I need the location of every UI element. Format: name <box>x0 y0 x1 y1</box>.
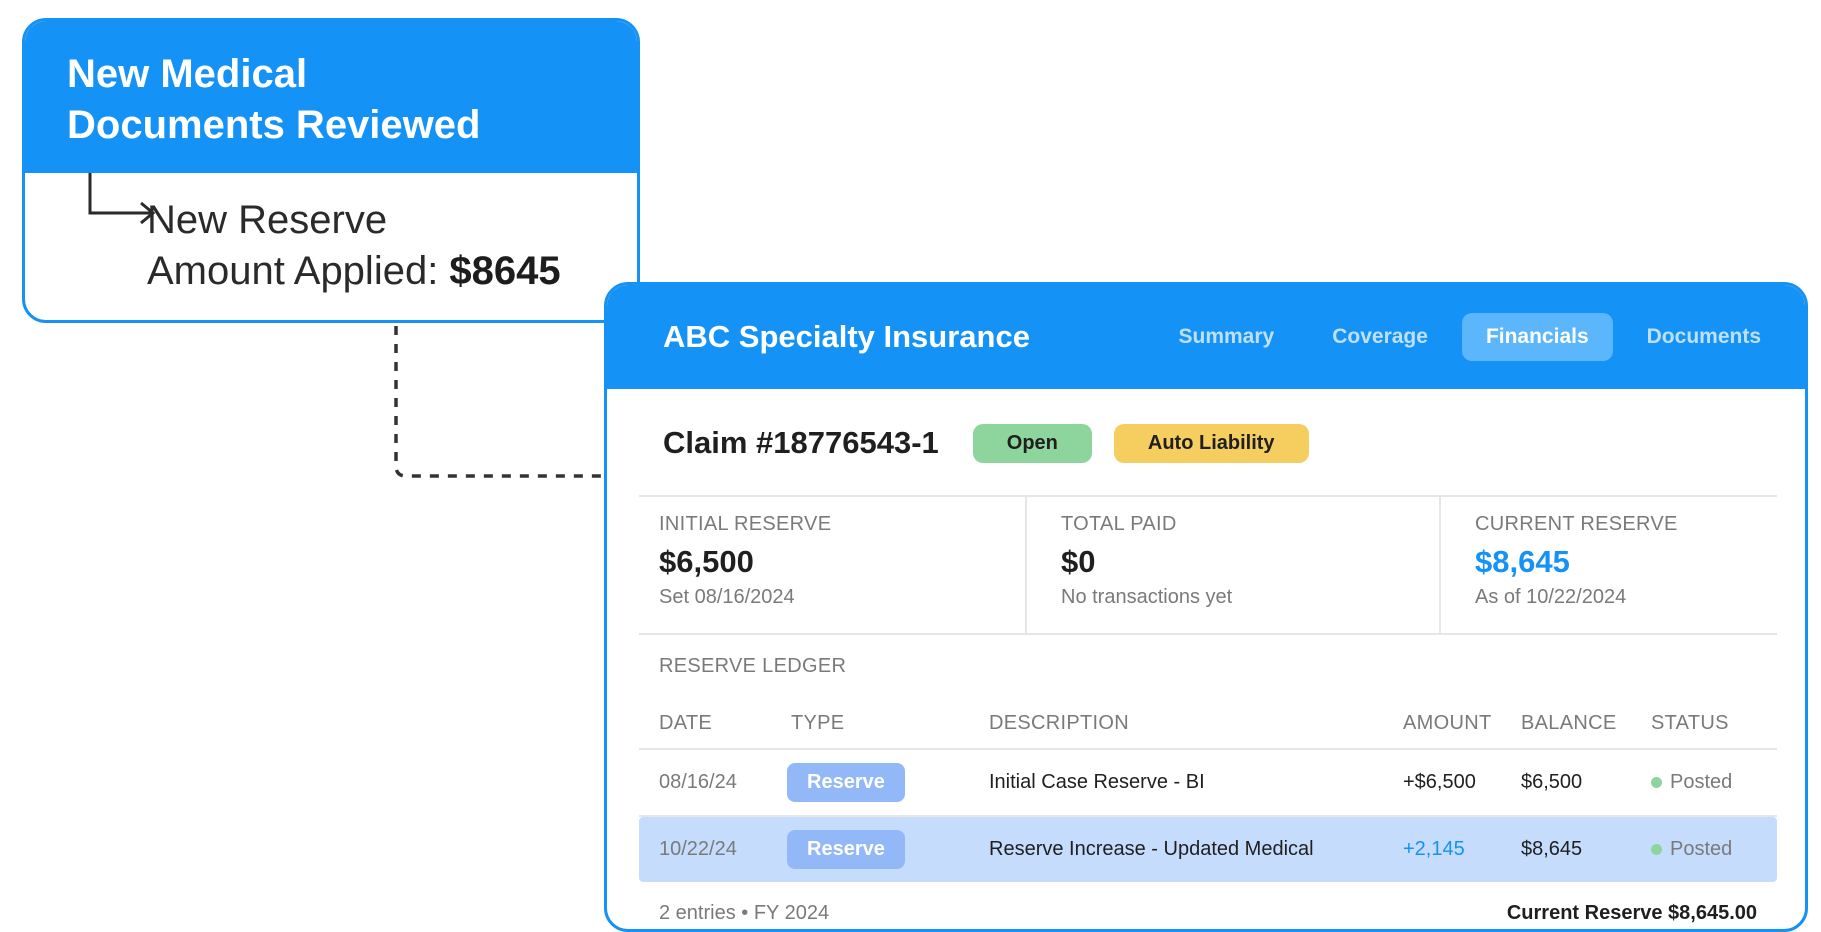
status-dot-icon <box>1651 844 1662 855</box>
notification-body-line1: New Reserve <box>147 198 388 242</box>
claim-header: Claim #18776543-1 Open Auto Liability <box>607 389 1805 469</box>
column-header-date[interactable]: DATE <box>639 712 791 735</box>
notification-message: New Reserve Amount Applied: $8645 <box>147 195 637 297</box>
entries-count: 2 entries • FY 2024 <box>659 902 830 924</box>
type-pill: Reserve <box>787 763 905 802</box>
table-header: DATE TYPE DESCRIPTION AMOUNT BALANCE STA… <box>639 698 1777 750</box>
cell-type: Reserve <box>787 830 989 869</box>
cell-amount: +2,145 <box>1403 838 1465 860</box>
metric-current-reserve: CURRENT RESERVE $8,645 As of 10/22/2024 <box>1439 497 1777 633</box>
cell-balance: $8,645 <box>1521 838 1583 860</box>
status-text: Posted <box>1670 838 1733 860</box>
ledger-title: RESERVE LEDGER <box>659 655 847 677</box>
tab-bar: Summary Coverage Financials Documents <box>1155 313 1786 361</box>
claim-panel: ABC Specialty Insurance Summary Coverage… <box>604 282 1808 932</box>
tab-coverage[interactable]: Coverage <box>1308 313 1452 361</box>
metric-subtext: No transactions yet <box>1061 586 1233 608</box>
metric-subtext: Set 08/16/2024 <box>659 586 795 608</box>
claim-title: Claim #18776543-1 <box>663 425 939 460</box>
reserve-ledger-table: DATE TYPE DESCRIPTION AMOUNT BALANCE STA… <box>639 698 1777 882</box>
metric-label: CURRENT RESERVE <box>1475 513 1678 535</box>
column-header-description[interactable]: DESCRIPTION <box>989 712 1403 735</box>
brand-name: ABC Specialty Insurance <box>663 319 1030 354</box>
cell-description: Initial Case Reserve - BI <box>989 771 1205 793</box>
notification-title: New Medical Documents Reviewed <box>67 49 597 151</box>
status-badge: Open <box>972 423 1092 463</box>
notification-title-line2: Documents Reviewed <box>67 103 481 147</box>
current-reserve-total: Current Reserve $8,645.00 <box>1506 902 1757 924</box>
cell-amount: +$6,500 <box>1403 771 1476 793</box>
cell-status: Posted <box>1651 771 1777 794</box>
metric-subtext: As of 10/22/2024 <box>1475 586 1627 608</box>
notification-amount: $8645 <box>449 249 561 293</box>
cell-date: 10/22/24 <box>659 838 737 860</box>
notification-header: New Medical Documents Reviewed <box>25 21 637 173</box>
metric-total-paid: TOTAL PAID $0 No transactions yet <box>1025 497 1439 633</box>
cell-description: Reserve Increase - Updated Medical <box>989 838 1314 860</box>
notification-body: New Reserve Amount Applied: $8645 <box>25 173 637 297</box>
column-header-balance[interactable]: BALANCE <box>1521 712 1651 735</box>
metric-value: $0 <box>1061 544 1096 579</box>
metric-value: $8,645 <box>1475 544 1570 579</box>
notification-card: New Medical Documents Reviewed New Reser… <box>22 18 640 323</box>
column-header-type[interactable]: TYPE <box>791 712 989 735</box>
return-arrow-icon <box>88 173 156 225</box>
claim-type-badge: Auto Liability <box>1113 423 1309 463</box>
tab-summary[interactable]: Summary <box>1155 313 1299 361</box>
tab-financials[interactable]: Financials <box>1461 313 1613 361</box>
metric-initial-reserve: INITIAL RESERVE $6,500 Set 08/16/2024 <box>639 497 1025 633</box>
status-text: Posted <box>1670 771 1733 793</box>
cell-type: Reserve <box>787 763 989 802</box>
tab-documents[interactable]: Documents <box>1623 313 1785 361</box>
ledger-footer: 2 entries • FY 2024 Current Reserve $8,6… <box>659 902 1757 925</box>
column-header-amount[interactable]: AMOUNT <box>1403 712 1521 735</box>
status-dot-icon <box>1651 777 1662 788</box>
metric-label: INITIAL RESERVE <box>659 513 832 535</box>
notification-title-line1: New Medical <box>67 52 308 96</box>
reserve-metrics: INITIAL RESERVE $6,500 Set 08/16/2024 TO… <box>639 495 1777 635</box>
cell-status: Posted <box>1651 838 1777 861</box>
metric-label: TOTAL PAID <box>1061 513 1177 535</box>
cell-balance: $6,500 <box>1521 771 1583 793</box>
cell-date: 08/16/24 <box>659 771 737 793</box>
top-navigation-bar: ABC Specialty Insurance Summary Coverage… <box>607 285 1805 389</box>
type-pill: Reserve <box>787 830 905 869</box>
metric-value: $6,500 <box>659 544 754 579</box>
table-row[interactable]: 10/22/24 Reserve Reserve Increase - Upda… <box>639 817 1777 882</box>
column-header-status[interactable]: STATUS <box>1651 712 1777 735</box>
table-row[interactable]: 08/16/24 Reserve Initial Case Reserve - … <box>639 750 1777 817</box>
notification-body-line2: Amount Applied: <box>147 249 450 293</box>
